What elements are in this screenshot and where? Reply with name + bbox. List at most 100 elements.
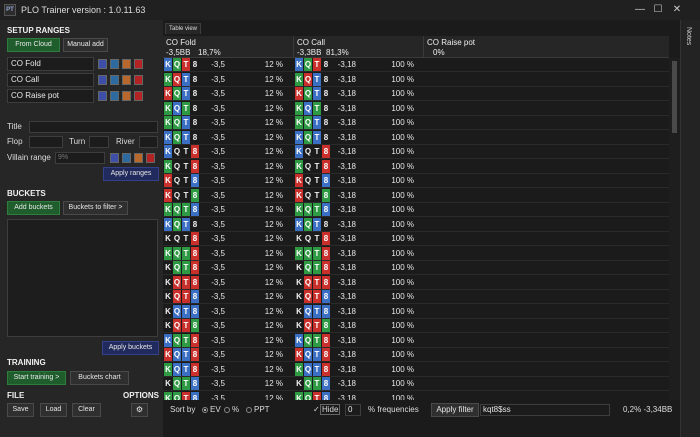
table-row[interactable]: K Q T 8 -3,5 12 % K Q T 8 -3,18 100 %	[163, 377, 669, 391]
table-row[interactable]: K Q T 8 -3,5 12 % K Q T 8 -3,18 100 %	[163, 58, 669, 72]
call-percent: 100 %	[391, 263, 414, 272]
table-row[interactable]: K Q T 8 -3,5 12 % K Q T 8 -3,18 100 %	[163, 101, 669, 116]
table-row[interactable]: K Q T 8 -3,5 12 % K Q T 8 -3,18 100 %	[163, 217, 669, 232]
sort-percent-radio[interactable]	[224, 407, 230, 413]
table-row[interactable]: K Q T 8 -3,5 12 % K Q T 8 -3,18 100 %	[163, 116, 669, 130]
maximize-button[interactable]: ☐	[651, 3, 665, 17]
hide-frequency-input[interactable]: 0	[345, 404, 361, 416]
edit-icon[interactable]	[98, 59, 107, 69]
edit-icon[interactable]	[98, 75, 107, 85]
copy-icon[interactable]	[122, 91, 131, 101]
delete-icon[interactable]	[134, 75, 143, 85]
gear-icon[interactable]: ⚙	[131, 403, 148, 417]
call-percent: 100 %	[391, 60, 414, 69]
close-button[interactable]: ✕	[670, 3, 684, 17]
card-rank: 8	[191, 391, 199, 400]
apply-filter-button[interactable]: Apply filter	[431, 403, 479, 417]
fold-ev: -3,5	[211, 306, 225, 316]
card-rank: 8	[322, 304, 330, 318]
manual-add-button[interactable]: Manual add	[63, 38, 108, 52]
card-rank: Q	[173, 275, 181, 289]
save-icon[interactable]	[122, 153, 131, 163]
table-row[interactable]: K Q T 8 -3,5 12 % K Q T 8 -3,18 100 %	[163, 391, 669, 401]
hide-checkbox[interactable]: Hide	[320, 404, 341, 415]
copy-icon[interactable]	[134, 153, 143, 163]
column-header-co-raise-pot[interactable]: CO Raise pot 0%	[424, 36, 669, 58]
table-row[interactable]: K Q T 8 -3,5 12 % K Q T 8 -3,18 100 %	[163, 275, 669, 290]
table-row[interactable]: K Q T 8 -3,5 12 % K Q T 8 -3,18 100 %	[163, 203, 669, 217]
card-rank: 8	[191, 87, 199, 100]
column-header-co-call[interactable]: CO Call -3,3BB 81,3%	[294, 36, 424, 58]
delete-icon[interactable]	[146, 153, 155, 163]
card-rank: 8	[191, 362, 199, 376]
load-button[interactable]: Load	[40, 403, 67, 417]
table-row[interactable]: K Q T 8 -3,5 12 % K Q T 8 -3,18 100 %	[163, 87, 669, 101]
column-header-co-fold[interactable]: CO Fold -3,5BB 18,7%	[163, 36, 294, 58]
flop-input[interactable]	[29, 136, 63, 148]
table-row[interactable]: K Q T 8 -3,5 12 % K Q T 8 -3,18 100 %	[163, 304, 669, 319]
clear-button[interactable]: Clear	[72, 403, 101, 417]
notes-panel[interactable]: Notes	[680, 20, 700, 437]
table-row[interactable]: K Q T 8 -3,5 12 % K Q T 8 -3,18 100 %	[163, 319, 669, 333]
table-row[interactable]: K Q T 8 -3,5 12 % K Q T 8 -3,18 100 %	[163, 72, 669, 87]
table-row[interactable]: K Q T 8 -3,5 12 % K Q T 8 -3,18 100 %	[163, 145, 669, 159]
add-buckets-button[interactable]: Add buckets	[7, 201, 60, 215]
table-row[interactable]: K Q T 8 -3,5 12 % K Q T 8 -3,18 100 %	[163, 348, 669, 362]
from-cloud-button[interactable]: From Cloud	[7, 38, 60, 52]
tab-table-view[interactable]: Table view	[165, 23, 202, 34]
title-input[interactable]	[29, 121, 158, 133]
edit-icon[interactable]	[98, 91, 107, 101]
copy-icon[interactable]	[122, 75, 131, 85]
range-name[interactable]: CO Raise pot	[7, 89, 94, 103]
table-row[interactable]: K Q T 8 -3,5 12 % K Q T 8 -3,18 100 %	[163, 232, 669, 246]
card-rank: 8	[191, 290, 199, 303]
card-rank: K	[164, 174, 172, 187]
card-rank: 8	[191, 188, 199, 202]
fold-ev: -3,5	[211, 292, 225, 301]
table-row[interactable]: K Q T 8 -3,5 12 % K Q T 8 -3,18 100 %	[163, 130, 669, 145]
save-button[interactable]: Save	[7, 403, 34, 417]
apply-ranges-button[interactable]: Apply ranges	[103, 167, 159, 181]
hands-table[interactable]: K Q T 8 -3,5 12 % K Q T 8 -3,18 100 % K Q T 8 -3,5 12 % K Q…	[163, 58, 669, 400]
scrollbar-thumb[interactable]	[672, 61, 677, 133]
card-rank: 8	[322, 333, 330, 347]
call-percent: 100 %	[391, 132, 414, 142]
table-row[interactable]: K Q T 8 -3,5 12 % K Q T 8 -3,18 100 %	[163, 246, 669, 261]
start-training-button[interactable]: Start training >	[7, 371, 66, 385]
delete-icon[interactable]	[134, 59, 143, 69]
villain-range-input[interactable]: 9%	[55, 152, 105, 164]
table-row[interactable]: K Q T 8 -3,5 12 % K Q T 8 -3,18 100 %	[163, 261, 669, 275]
table-row[interactable]: K Q T 8 -3,5 12 % K Q T 8 -3,18 100 %	[163, 174, 669, 188]
turn-input[interactable]	[89, 136, 109, 148]
vertical-scrollbar[interactable]	[669, 58, 680, 400]
table-row[interactable]: K Q T 8 -3,5 12 % K Q T 8 -3,18 100 %	[163, 188, 669, 203]
buckets-chart-button[interactable]: Buckets chart	[70, 371, 129, 385]
card-rank: 8	[191, 174, 199, 187]
call-ev: -3,18	[337, 147, 356, 156]
checkmark-icon[interactable]: ✓	[313, 405, 320, 414]
table-row[interactable]: K Q T 8 -3,5 12 % K Q T 8 -3,18 100 %	[163, 333, 669, 348]
sort-ppt-radio[interactable]	[246, 407, 252, 413]
minimize-button[interactable]: —	[633, 3, 647, 17]
edit-icon[interactable]	[110, 153, 119, 163]
fold-ev: -3,5	[211, 335, 225, 345]
save-icon[interactable]	[110, 59, 119, 69]
table-row[interactable]: K Q T 8 -3,5 12 % K Q T 8 -3,18 100 %	[163, 362, 669, 377]
buckets-to-filter-button[interactable]: Buckets to filter >	[63, 201, 128, 215]
buckets-list[interactable]	[7, 219, 158, 337]
save-icon[interactable]	[110, 75, 119, 85]
apply-buckets-button[interactable]: Apply buckets	[102, 341, 159, 355]
range-name[interactable]: CO Fold	[7, 57, 94, 71]
call-ev: -3,18	[337, 393, 356, 401]
card-rank: K	[295, 232, 303, 245]
save-icon[interactable]	[110, 91, 119, 101]
delete-icon[interactable]	[134, 91, 143, 101]
copy-icon[interactable]	[122, 59, 131, 69]
sort-ev-radio[interactable]	[202, 407, 208, 413]
range-name[interactable]: CO Call	[7, 73, 94, 87]
filter-input[interactable]: kqt8$ss	[480, 404, 610, 416]
table-row[interactable]: K Q T 8 -3,5 12 % K Q T 8 -3,18 100 %	[163, 159, 669, 174]
table-row[interactable]: K Q T 8 -3,5 12 % K Q T 8 -3,18 100 %	[163, 290, 669, 304]
river-input[interactable]	[139, 136, 158, 148]
column-frequency: 81,3%	[326, 48, 349, 57]
